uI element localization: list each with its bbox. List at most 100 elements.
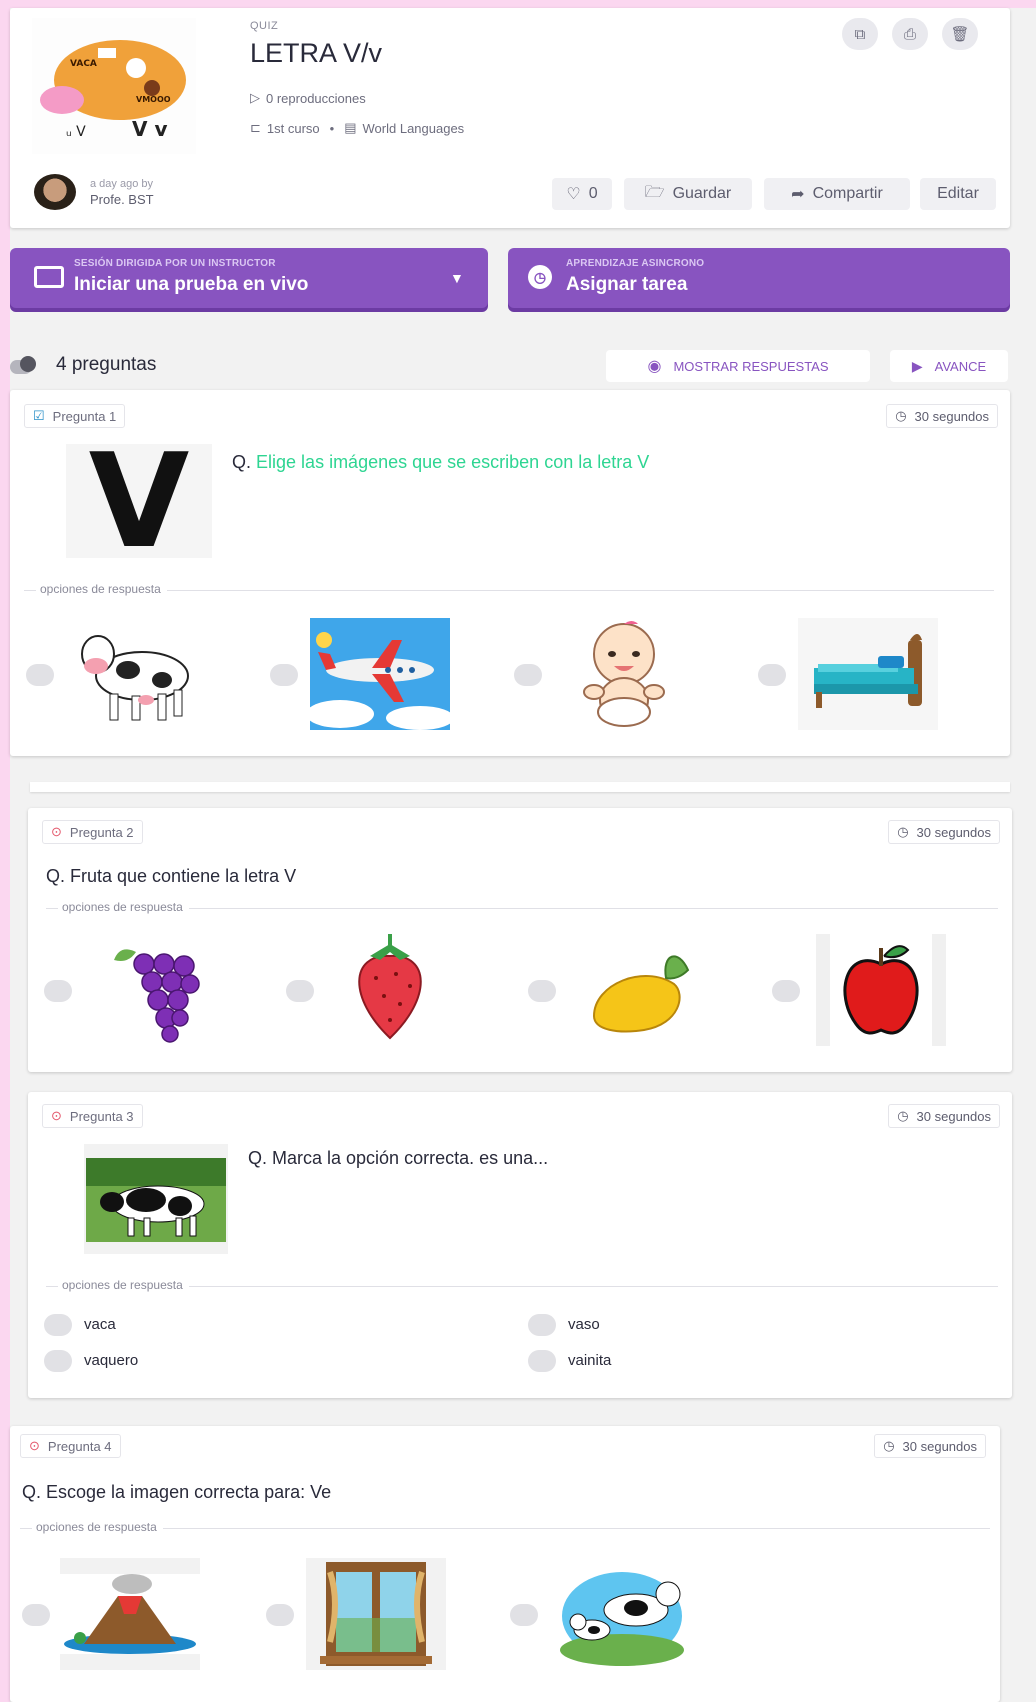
option-image-bed[interactable] (798, 618, 938, 730)
play-triangle-icon: ▶ (911, 357, 923, 374)
thumb-text-bottom: V v (132, 117, 167, 141)
option-image-apple[interactable] (816, 934, 946, 1046)
option-image-strawberry[interactable] (330, 934, 450, 1046)
question-time-3: ◷ 30 segundos (888, 1104, 1000, 1128)
thumb-text-top: VACA (70, 59, 97, 69)
option-radio-2-4[interactable] (772, 980, 800, 1002)
question-body-1: Elige las imágenes que se escriben con l… (256, 452, 650, 472)
share-button[interactable]: ➦ Compartir (764, 178, 910, 210)
show-answers-label: MOSTRAR RESPUESTAS (673, 358, 829, 374)
options-divider-1 (24, 590, 994, 591)
start-live-quiz-button[interactable]: SESIÓN DIRIGIDA POR UN INSTRUCTOR Inicia… (10, 248, 488, 308)
question-card-4: ⊙ Pregunta 4 ◷ 30 segundos Q. Escoge la … (10, 1426, 1000, 1702)
option-radio-4-1[interactable] (22, 1604, 50, 1626)
async-main-label: Asignar tarea (566, 274, 688, 295)
question-text-2: Q. Fruta que contiene la letra V (46, 866, 297, 886)
option-radio-3-3[interactable] (44, 1350, 72, 1372)
question-label-3: Pregunta 3 (69, 1108, 134, 1124)
option-image-baby[interactable] (554, 618, 694, 730)
toggle-icon[interactable] (10, 354, 38, 376)
quiz-thumbnail[interactable]: VACA VMOOO V v ᵤ V (32, 18, 196, 154)
live-sub-label: SESIÓN DIRIGIDA POR UN INSTRUCTOR (74, 258, 276, 269)
question-tag-4: ⊙ Pregunta 4 (20, 1434, 121, 1458)
option-image-cow[interactable] (66, 618, 206, 730)
timer-icon: ◷ (897, 824, 909, 839)
plays-row: ▷ 0 reproducciones (250, 90, 366, 106)
subject-label: World Languages (362, 120, 465, 136)
edit-label: Editar (937, 185, 979, 202)
play-icon: ▷ (250, 90, 260, 105)
option-radio-4-3[interactable] (510, 1604, 538, 1626)
option-radio-1-1[interactable] (26, 664, 54, 686)
copy-button[interactable]: ⧉ (842, 18, 878, 50)
show-answers-button[interactable]: ◉ MOSTRAR RESPUESTAS (606, 350, 870, 382)
chevron-down-icon[interactable]: ▼ (450, 270, 464, 286)
letter-v-image: V (88, 425, 190, 577)
time-label-1: 30 segundos (914, 408, 989, 424)
question-text-4: Q. Escoge la imagen correcta para: Ve (22, 1482, 332, 1502)
question-label-1: Pregunta 1 (52, 408, 117, 424)
delete-button[interactable]: 🗑 (942, 18, 978, 50)
print-button[interactable]: ⎙ (892, 18, 928, 50)
option-image-cow-calf[interactable] (552, 1558, 692, 1670)
options-label-1: opciones de respuesta (36, 582, 167, 596)
timer-icon: ◷ (897, 1108, 909, 1123)
question-time-2: ◷ 30 segundos (888, 820, 1000, 844)
question-prefix-1: Q. (232, 452, 252, 472)
option-radio-3-1[interactable] (44, 1314, 72, 1336)
options-label-2: opciones de respuesta (58, 900, 189, 914)
live-main-label: Iniciar una prueba en vivo (74, 274, 309, 295)
option-image-window[interactable] (306, 1558, 446, 1670)
option-radio-3-4[interactable] (528, 1350, 556, 1372)
question-image-1[interactable]: V (66, 425, 212, 577)
options-divider-2 (46, 908, 998, 909)
option-radio-2-2[interactable] (286, 980, 314, 1002)
plays-count: 0 reproducciones (266, 90, 366, 106)
graduation-cap-icon: ⊏ (250, 120, 261, 135)
option-text-vaca[interactable]: vaca (84, 1316, 116, 1333)
meta-row: ⊏ 1st curso • ▤ World Languages (250, 120, 464, 136)
time-label-3: 30 segundos (916, 1108, 991, 1124)
quiz-type-label: QUIZ (250, 20, 279, 32)
save-button[interactable]: 🗁 Guardar (624, 178, 752, 210)
assign-homework-button[interactable]: ◷ APRENDIZAJE ASINCRONO Asignar tarea (508, 248, 1010, 308)
trash-icon: 🗑 (950, 26, 970, 43)
preview-label: AVANCE (934, 358, 987, 374)
avatar[interactable] (34, 174, 76, 210)
time-label-2: 30 segundos (916, 824, 991, 840)
question-tag-2: ⊙ Pregunta 2 (42, 820, 143, 844)
preview-button[interactable]: ▶ AVANCE (890, 350, 1008, 382)
option-image-volcano[interactable] (60, 1558, 200, 1670)
option-text-vaquero[interactable]: vaquero (84, 1352, 138, 1369)
like-count: 0 (588, 185, 598, 202)
option-radio-3-2[interactable] (528, 1314, 556, 1336)
question-image-3[interactable] (84, 1144, 228, 1254)
question-tag-3: ⊙ Pregunta 3 (42, 1104, 143, 1128)
option-radio-1-3[interactable] (514, 664, 542, 686)
option-radio-2-3[interactable] (528, 980, 556, 1002)
quiz-header-card: VACA VMOOO V v ᵤ V QUIZ LETRA V/v ▷ 0 re… (10, 8, 1010, 228)
like-button[interactable]: ♡ 0 (552, 178, 612, 210)
timer-icon: ◷ (895, 408, 907, 423)
folder-icon: 🗁 (644, 183, 665, 201)
edit-button[interactable]: Editar (920, 178, 996, 210)
option-image-mango[interactable] (574, 934, 704, 1046)
question-text-3: Q. Marca la opción correcta. es una... (248, 1148, 549, 1168)
question-card-2: ⊙ Pregunta 2 ◷ 30 segundos Q. Fruta que … (28, 808, 1012, 1072)
presentation-icon (34, 266, 64, 288)
option-radio-1-4[interactable] (758, 664, 786, 686)
author-time: a day ago by (90, 178, 153, 190)
author-name[interactable]: Profe. BST (90, 192, 154, 207)
clock-icon: ◷ (528, 265, 552, 289)
option-text-vaso[interactable]: vaso (568, 1316, 600, 1333)
option-radio-1-2[interactable] (270, 664, 298, 686)
heart-icon: ♡ (566, 186, 581, 203)
svg-text:ᵤ V: ᵤ V (66, 124, 86, 140)
book-icon: ▤ (344, 120, 357, 135)
meta-dot: • (329, 120, 335, 136)
option-image-airplane[interactable] (310, 618, 450, 730)
option-text-vainita[interactable]: vainita (568, 1352, 611, 1369)
option-image-grapes[interactable] (96, 934, 216, 1046)
option-radio-2-1[interactable] (44, 980, 72, 1002)
option-radio-4-2[interactable] (266, 1604, 294, 1626)
